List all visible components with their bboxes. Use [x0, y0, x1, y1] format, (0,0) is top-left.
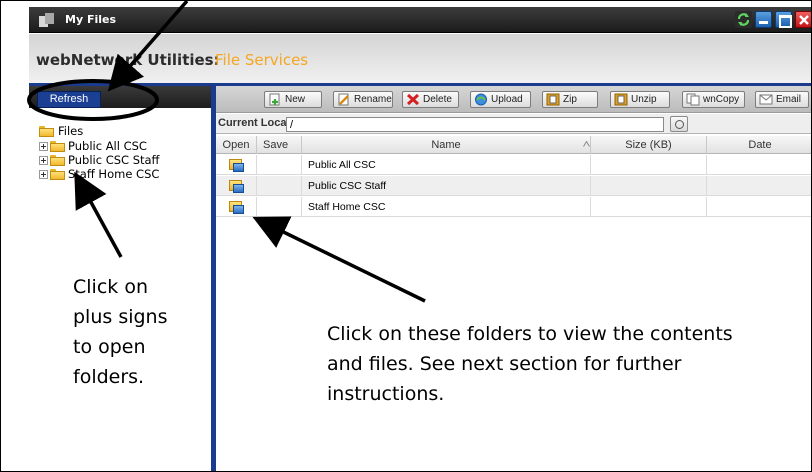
delete-icon	[406, 93, 420, 106]
folder-icon	[50, 141, 65, 152]
sort-arrow-icon[interactable]	[583, 141, 590, 147]
app-label: webNetwork Utilities:	[36, 51, 220, 69]
new-label: New	[285, 94, 306, 105]
location-input[interactable]	[286, 117, 664, 132]
close-button[interactable]	[795, 11, 811, 28]
location-bar: Current Location:	[216, 114, 811, 134]
date-cell	[707, 155, 811, 175]
size-cell	[591, 155, 707, 175]
new-button[interactable]: New	[264, 91, 322, 108]
tree-item-label: Public All CSC	[68, 139, 147, 153]
grid-header: Open Save Name Size (KB) Date	[216, 136, 811, 154]
wncopy-label: wnCopy	[703, 94, 740, 105]
window-titlebar: My Files	[29, 7, 811, 33]
size-cell	[591, 176, 707, 196]
refresh-button[interactable]: Refresh	[37, 91, 101, 108]
zip-label: Zip	[563, 94, 577, 105]
folder-icon	[50, 155, 65, 166]
folder-icon	[39, 126, 54, 137]
tree-item-label: Public CSC Staff	[68, 153, 160, 167]
app-header: webNetwork Utilities: File Services	[29, 34, 811, 83]
table-row[interactable]: Public All CSC	[216, 155, 811, 175]
upload-icon	[475, 93, 487, 106]
email-button[interactable]: Email	[755, 91, 809, 108]
folders-callout: Click on these folders to view the conte…	[327, 319, 767, 409]
unzip-icon	[614, 93, 628, 106]
zip-icon	[546, 93, 560, 106]
upload-label: Upload	[491, 94, 523, 105]
screenshot-frame: My Files webNetwork Utilities: File Serv…	[0, 0, 812, 472]
file-toolbar: New Rename Delete Upload Zip Unzip wnCop…	[216, 86, 811, 113]
name-cell: Public CSC Staff	[302, 176, 591, 196]
maximize-button[interactable]	[775, 11, 792, 28]
column-open[interactable]: Open	[216, 136, 257, 154]
unzip-button[interactable]: Unzip	[610, 91, 670, 108]
open-folder-icon[interactable]	[229, 201, 244, 214]
open-folder-icon[interactable]	[229, 159, 244, 172]
expand-plus-icon[interactable]	[39, 170, 48, 179]
name-cell: Staff Home CSC	[302, 197, 591, 217]
delete-button[interactable]: Delete	[402, 91, 459, 108]
delete-label: Delete	[423, 94, 452, 105]
close-icon	[799, 15, 809, 25]
open-cell[interactable]	[216, 176, 257, 196]
size-cell	[591, 197, 707, 217]
minimize-button[interactable]	[755, 11, 772, 28]
name-cell: Public All CSC	[302, 155, 591, 175]
rename-label: Rename	[354, 94, 392, 105]
file-browser: New Rename Delete Upload Zip Unzip wnCop…	[216, 86, 811, 471]
unzip-label: Unzip	[631, 94, 657, 105]
open-folder-icon[interactable]	[229, 180, 244, 193]
expand-plus-icon[interactable]	[39, 156, 48, 165]
app-icon	[39, 13, 55, 27]
tree-root-label: Files	[58, 124, 84, 138]
column-save[interactable]: Save	[257, 136, 302, 154]
wncopy-button[interactable]: wnCopy	[682, 91, 745, 108]
date-cell	[707, 176, 811, 196]
refresh-icon	[737, 13, 750, 26]
column-name[interactable]: Name	[302, 136, 591, 154]
copy-icon	[686, 93, 700, 106]
tree-item-label: Staff Home CSC	[68, 167, 160, 181]
column-size[interactable]: Size (KB)	[591, 136, 707, 154]
zip-button[interactable]: Zip	[542, 91, 598, 108]
column-date[interactable]: Date	[707, 136, 811, 154]
date-cell	[707, 197, 811, 217]
save-cell	[257, 155, 302, 175]
email-icon	[759, 94, 773, 105]
open-cell[interactable]	[216, 155, 257, 175]
save-cell	[257, 197, 302, 217]
rename-button[interactable]: Rename	[333, 91, 393, 108]
refresh-window-button[interactable]	[735, 11, 752, 28]
email-label: Email	[776, 94, 802, 105]
open-cell[interactable]	[216, 197, 257, 217]
expand-plus-icon[interactable]	[39, 142, 48, 151]
folder-icon	[50, 169, 65, 180]
rename-icon	[338, 93, 349, 106]
plus-signs-callout: Click on plus signs to open folders.	[73, 276, 168, 388]
upload-button[interactable]: Upload	[470, 91, 531, 108]
service-label: File Services	[215, 51, 309, 69]
window-title: My Files	[65, 13, 117, 26]
table-row[interactable]: Public CSC Staff	[216, 176, 811, 196]
save-cell	[257, 176, 302, 196]
new-icon	[269, 93, 280, 106]
table-row[interactable]: Staff Home CSC	[216, 197, 811, 217]
location-go-button[interactable]	[670, 116, 688, 132]
